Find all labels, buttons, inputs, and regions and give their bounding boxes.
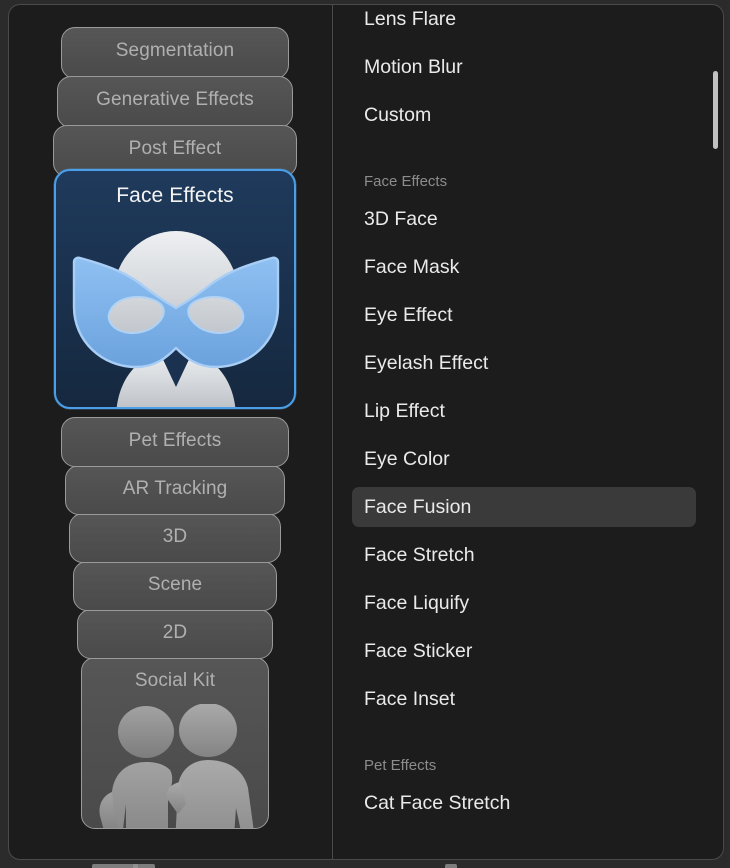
category-card-label: Social Kit [134,670,216,691]
menu-item-3d-face[interactable]: 3D Face [352,199,696,239]
category-card-face-effects[interactable]: Face Effects [54,169,296,409]
category-card-label: 2D [162,622,188,643]
effect-category-card-stack: Segmentation Generative Effects Post Effec… [9,5,333,859]
app-window: Segmentation Generative Effects Post Effec… [0,0,730,868]
menu-scrollbar-thumb[interactable] [713,71,718,149]
face-mask-icon [72,231,280,407]
category-card-scene[interactable]: Scene [73,561,277,611]
menu-item-cat-face-stretch[interactable]: Cat Face Stretch [352,783,696,823]
effects-menu-pane: Lens Flare Motion Blur Custom Face Effects 3… [332,4,724,860]
category-card-ar-tracking[interactable]: AR Tracking [65,465,285,515]
category-card-label: Generative Effects [96,89,254,110]
menu-item-custom[interactable]: Custom [352,95,696,135]
bottom-chrome-right [445,864,457,868]
two-people-icon [99,704,254,828]
category-card-label: Face Effects [116,184,234,207]
bottom-chrome-mid [133,864,155,868]
category-card-pet-effects[interactable]: Pet Effects [61,417,289,467]
effects-menu-scroll-area[interactable]: Lens Flare Motion Blur Custom Face Effects 3… [332,5,723,859]
category-card-generative-effects[interactable]: Generative Effects [57,76,293,128]
category-card-label: Scene [147,574,203,595]
category-card-label: 3D [162,526,188,547]
category-card-artwork [56,215,294,407]
category-card-segmentation[interactable]: Segmentation [61,27,289,79]
category-card-social-kit[interactable]: Social Kit [81,657,269,829]
pane-divider [332,4,333,860]
menu-item-lens-flare[interactable]: Lens Flare [352,5,696,39]
menu-item-eyelash-effect[interactable]: Eyelash Effect [352,343,696,383]
category-card-label: AR Tracking [122,478,228,499]
menu-item-lip-effect[interactable]: Lip Effect [352,391,696,431]
menu-item-motion-blur[interactable]: Motion Blur [352,47,696,87]
category-card-label: Pet Effects [128,430,222,451]
menu-item-face-mask[interactable]: Face Mask [352,247,696,287]
category-card-label: Post Effect [128,138,222,159]
menu-group-header-pet-effects: Pet Effects [364,757,437,774]
menu-item-face-inset[interactable]: Face Inset [352,679,696,719]
category-card-2d[interactable]: 2D [77,609,273,659]
menu-item-face-liquify[interactable]: Face Liquify [352,583,696,623]
bottom-chrome-left [92,864,138,868]
category-card-3d[interactable]: 3D [69,513,281,563]
category-card-label: Segmentation [115,40,235,61]
category-card-artwork [82,704,268,828]
menu-item-face-fusion[interactable]: Face Fusion [352,487,696,527]
menu-item-face-sticker[interactable]: Face Sticker [352,631,696,671]
menu-item-eye-color[interactable]: Eye Color [352,439,696,479]
menu-group-header-face-effects: Face Effects [364,173,448,190]
category-sidebar-pane: Segmentation Generative Effects Post Effec… [8,4,333,860]
menu-item-eye-effect[interactable]: Eye Effect [352,295,696,335]
menu-item-face-stretch[interactable]: Face Stretch [352,535,696,575]
menu-scrollbar[interactable] [713,5,721,859]
